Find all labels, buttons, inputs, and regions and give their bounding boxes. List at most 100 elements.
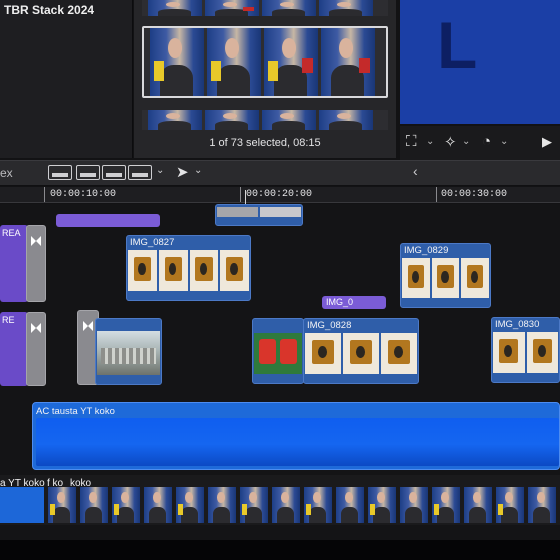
clip-frame (97, 331, 160, 375)
clip-frame (493, 332, 525, 373)
library-sidebar (0, 0, 133, 158)
clip-frame (189, 250, 219, 291)
clip-frame (260, 207, 301, 217)
title-clip-left[interactable]: REA (0, 225, 28, 302)
speed-gauge-icon[interactable]: ◔ (482, 133, 491, 150)
clip-top-middle[interactable] (215, 204, 303, 226)
clip-thumbnail[interactable] (321, 28, 375, 96)
ruler-tick (44, 187, 45, 202)
clip-thumbnail (368, 487, 396, 523)
clip-frames (304, 333, 418, 374)
bowtie-icon (83, 321, 93, 331)
bowtie-icon (31, 236, 41, 246)
timecode-20s: 00:00:20:00 (246, 189, 313, 200)
clip-img-0829[interactable]: IMG_0829 (400, 243, 491, 308)
clip-name: IMG_0829 (404, 245, 449, 256)
clip-thumbnail[interactable] (319, 110, 373, 130)
clip-frame (220, 250, 249, 291)
clip-frame (305, 333, 341, 374)
clip-thumbnail[interactable] (148, 0, 202, 16)
clip-frame (217, 207, 258, 217)
clip-green[interactable] (252, 318, 304, 384)
clip-frame (461, 258, 490, 298)
clip-frames (492, 332, 559, 373)
clip-thumbnail[interactable] (205, 0, 259, 16)
storyline-clip-label: a YT koko (0, 478, 45, 489)
viewer-canvas[interactable] (400, 0, 560, 124)
filmstrip-row[interactable] (142, 110, 388, 130)
clip-thumbnail (272, 487, 300, 523)
append-clip-icon[interactable] (102, 165, 126, 180)
timecode-10s: 00:00:10:00 (50, 189, 117, 200)
chevron-down-icon[interactable]: ⌄ (156, 165, 164, 176)
clip-frame (254, 333, 302, 374)
chevron-left-icon[interactable]: ‹ (413, 163, 418, 179)
clip-thumbnail (496, 487, 524, 523)
ruler-tick (436, 187, 437, 202)
clip-frame (343, 333, 379, 374)
clip-img-0828[interactable]: IMG_0828 (303, 318, 419, 384)
clip-thumbnail[interactable] (148, 110, 202, 130)
clip-img-0830[interactable]: IMG_0830 (491, 317, 560, 383)
storyline-filmstrip[interactable] (48, 487, 560, 523)
clip-frames (96, 331, 161, 375)
clip-thumbnail[interactable] (262, 110, 316, 130)
clip-thumbnail (464, 487, 492, 523)
title-clip-handle[interactable] (26, 225, 46, 302)
clip-thumbnail (528, 487, 556, 523)
transform-icon[interactable]: ⛶ (406, 133, 417, 150)
clip-frames (216, 207, 302, 217)
clip-frames (253, 333, 303, 374)
clip-name: AC tausta YT koko (36, 406, 115, 417)
chevron-down-icon[interactable]: ⌄ (462, 136, 470, 147)
clip-frames (401, 258, 490, 298)
clip-thumbnail (240, 487, 268, 523)
chevron-down-icon[interactable]: ⌄ (500, 136, 508, 147)
clip-thumbnail (400, 487, 428, 523)
storyline-clip-blue[interactable] (0, 487, 44, 523)
title-clip-handle[interactable] (26, 312, 46, 386)
filmstrip-row-selected[interactable] (142, 26, 388, 98)
clip-img-0827[interactable]: IMG_0827 (126, 235, 251, 301)
clip-frame (526, 332, 558, 373)
clip-name: IMG_0830 (495, 319, 540, 330)
clip-thumbnail[interactable] (150, 28, 204, 96)
clip-name: IMG_0827 (130, 237, 175, 248)
chevron-down-icon[interactable]: ⌄ (426, 136, 434, 147)
enhance-wand-icon[interactable]: ✧ (444, 133, 457, 151)
selection-status: 1 of 73 selected, 08:15 (209, 137, 321, 149)
select-arrow-icon[interactable]: ➤ (176, 163, 189, 181)
clip-frames (127, 250, 250, 291)
clip-frame (402, 258, 430, 298)
background-clip[interactable]: AC tausta YT koko (32, 402, 560, 470)
title-clip-bar[interactable] (56, 214, 160, 227)
bottom-edge (0, 540, 560, 560)
clip-thumbnail[interactable] (264, 28, 318, 96)
timecode-30s: 00:00:30:00 (441, 189, 508, 200)
clip-thumbnail (48, 487, 76, 523)
connect-clip-icon[interactable] (48, 165, 72, 180)
clip-thumbnail (304, 487, 332, 523)
clip-thumbnail[interactable] (262, 0, 316, 16)
filmstrip-row[interactable] (142, 0, 388, 16)
bowtie-icon (31, 323, 41, 333)
chevron-down-icon[interactable]: ⌄ (194, 165, 202, 176)
clip-fill (36, 418, 559, 466)
clip-thumbnail (208, 487, 236, 523)
viewer-toolbar: ⛶ ⌄ ✧ ⌄ ◔ ⌄ ▶ (400, 126, 560, 160)
insert-clip-icon[interactable] (76, 165, 100, 180)
library-title[interactable]: TBR Stack 2024 (4, 3, 94, 17)
clip-thumbnail[interactable] (319, 0, 373, 16)
index-button-label[interactable]: ex (0, 166, 13, 180)
viewer-title-letter: L (437, 8, 478, 82)
title-clip-img-0[interactable]: IMG_0 (322, 296, 386, 309)
clip-thumbnail (176, 487, 204, 523)
play-icon[interactable]: ▶ (542, 134, 552, 150)
overwrite-clip-icon[interactable] (128, 165, 152, 180)
title-clip-left-2[interactable]: RE (0, 312, 28, 386)
clip-thumbnail (112, 487, 140, 523)
clip-thumbnail[interactable] (205, 110, 259, 130)
clip-frame (128, 250, 157, 291)
clip-city[interactable] (95, 318, 162, 385)
clip-thumbnail[interactable] (207, 28, 261, 96)
